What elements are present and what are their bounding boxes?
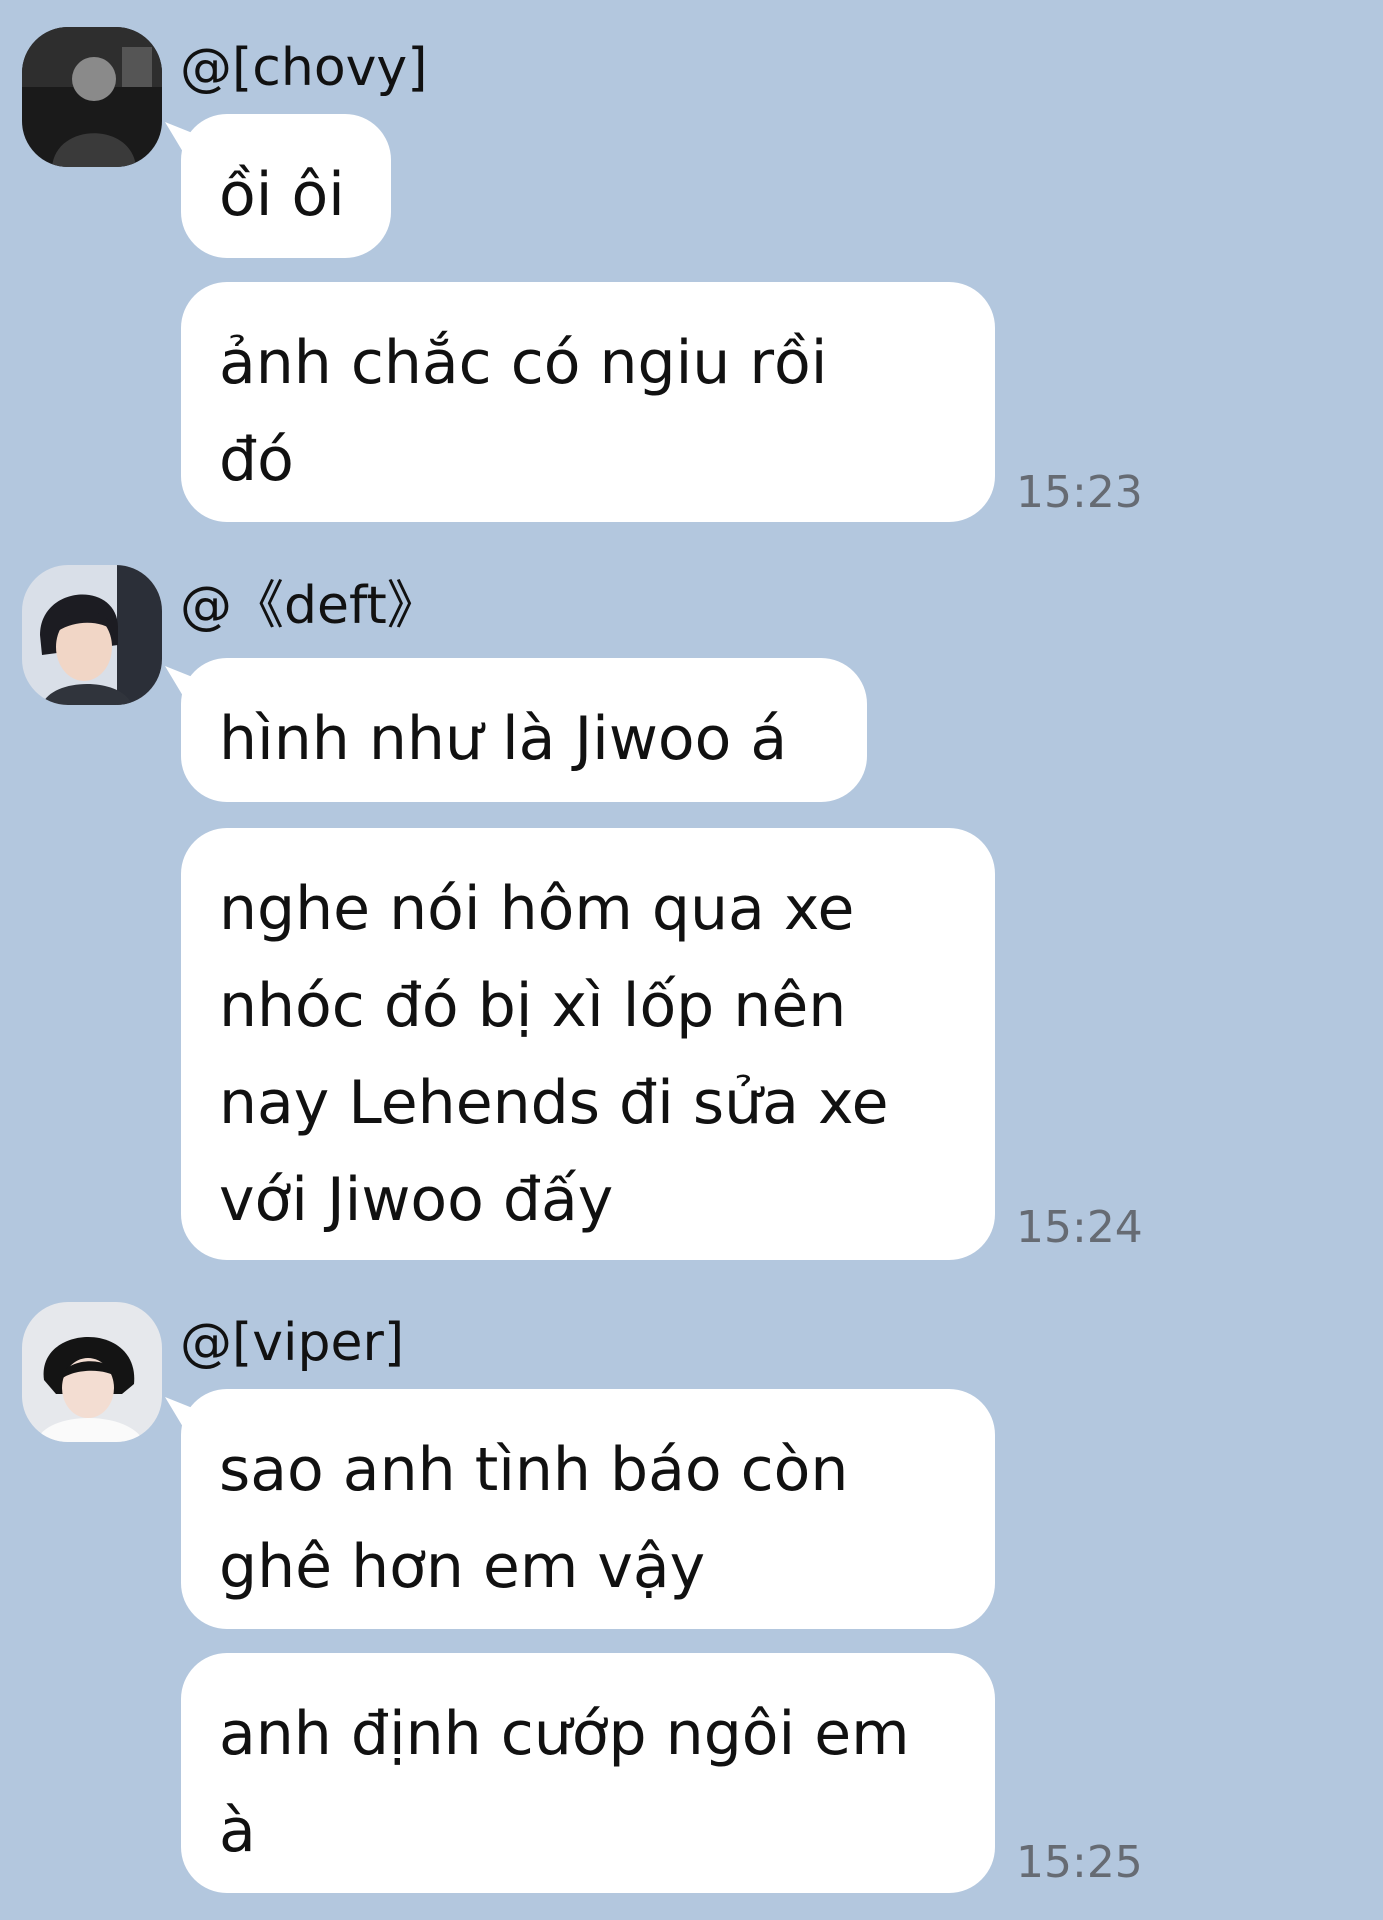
user-avatar-viper-icon [22, 1302, 162, 1442]
message-timestamp: 15:25 [1016, 1837, 1143, 1888]
message-bubble[interactable]: anh định cướp ngôi em à [181, 1653, 995, 1893]
message-text: đó [219, 425, 294, 495]
avatar-chovy[interactable] [22, 27, 162, 167]
message-timestamp: 15:23 [1016, 467, 1143, 518]
message-text: nay Lehends đi sửa xe [219, 1068, 889, 1138]
message-text: với Jiwoo đấy [219, 1165, 614, 1235]
sender-name: @[viper] [180, 1313, 405, 1373]
message-text: ồi ôi [219, 160, 345, 230]
avatar-viper[interactable] [22, 1302, 162, 1442]
message-text: hình như là Jiwoo á [219, 704, 788, 774]
user-avatar-chovy-icon [22, 27, 162, 167]
message-text: ghê hơn em vậy [219, 1532, 706, 1602]
sender-name: @《deft》 [180, 576, 439, 636]
message-bubble[interactable]: ảnh chắc có ngiu rồi đó [181, 282, 995, 522]
chat-message-list[interactable]: @[chovy] ồi ôi ảnh chắc có ngiu rồi đó 1… [0, 0, 1383, 1920]
message-bubble[interactable]: nghe nói hôm qua xe nhóc đó bị xì lốp nê… [181, 828, 995, 1260]
message-bubble[interactable]: hình như là Jiwoo á [181, 658, 867, 802]
avatar-deft[interactable] [22, 565, 162, 705]
message-text: ảnh chắc có ngiu rồi [219, 328, 828, 398]
message-text: nghe nói hôm qua xe [219, 874, 855, 944]
message-bubble[interactable]: sao anh tình báo còn ghê hơn em vậy [181, 1389, 995, 1629]
message-text: sao anh tình báo còn [219, 1435, 849, 1505]
user-avatar-deft-icon [22, 565, 162, 705]
message-bubble[interactable]: ồi ôi [181, 114, 391, 258]
message-text: à [219, 1796, 256, 1866]
sender-name: @[chovy] [180, 38, 428, 98]
message-text: nhóc đó bị xì lốp nên [219, 971, 847, 1041]
message-timestamp: 15:24 [1016, 1202, 1143, 1253]
message-text: anh định cướp ngôi em [219, 1699, 910, 1769]
